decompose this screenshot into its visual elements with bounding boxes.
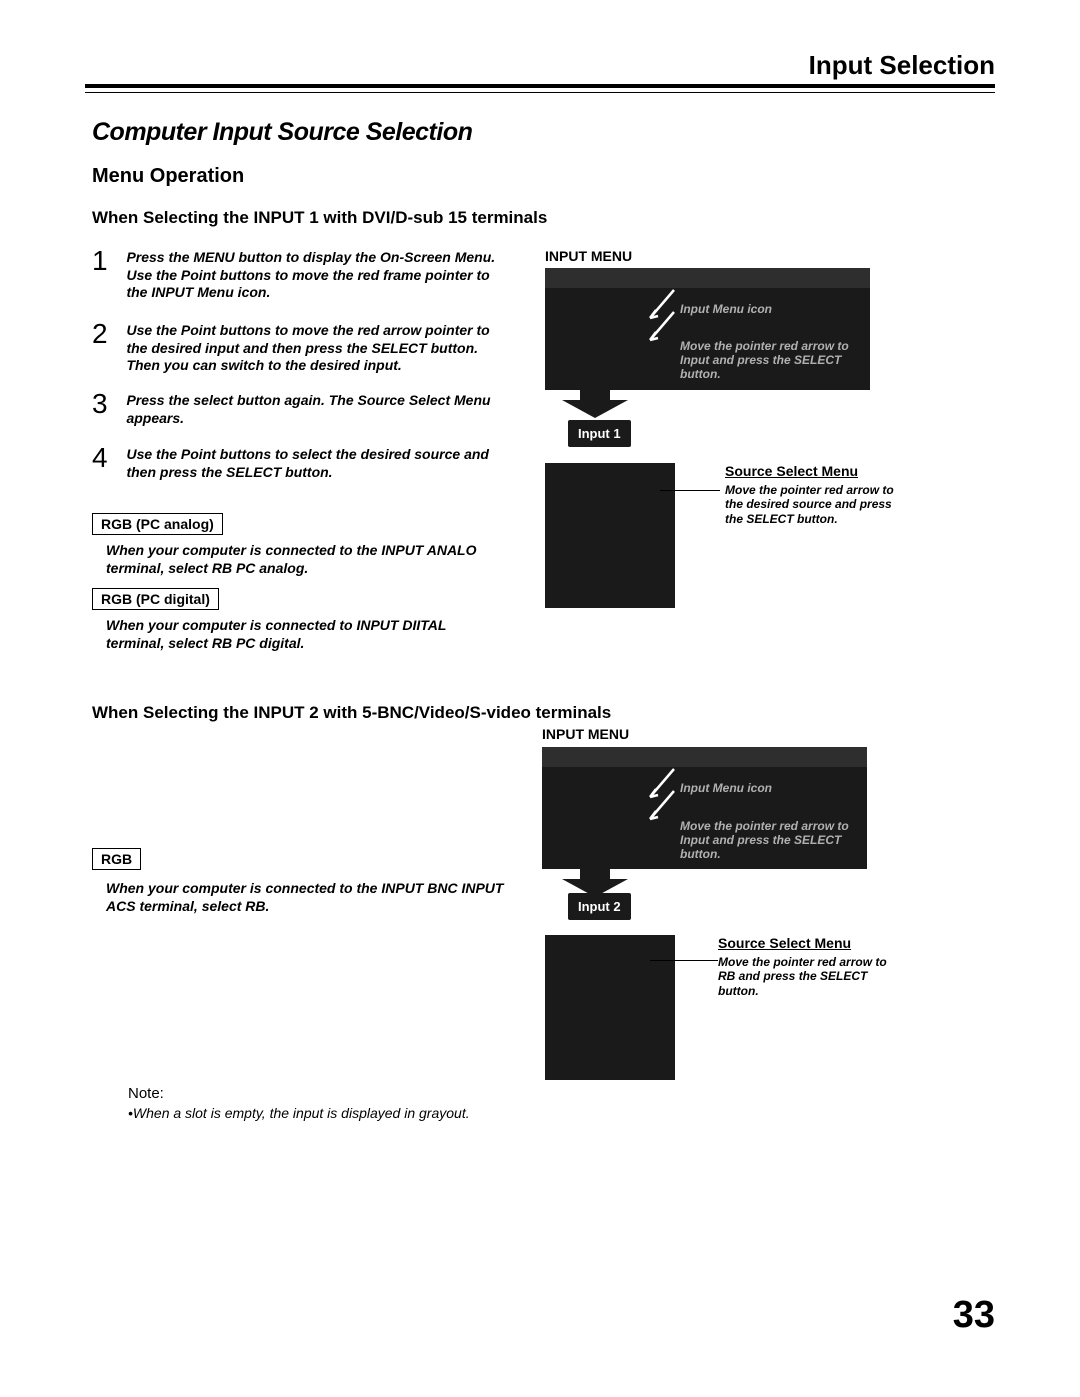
diagram2-arrow-icon-2 bbox=[648, 789, 676, 821]
note-text: •When a slot is empty, the input is disp… bbox=[128, 1105, 470, 1121]
step-3-number: 3 bbox=[92, 388, 116, 420]
step-1: 1 Press the MENU button to display the O… bbox=[92, 245, 512, 302]
step-3-text: Press the select button again. The Sourc… bbox=[120, 388, 505, 427]
diagram1-callout-line bbox=[660, 490, 720, 491]
diagram1-input-menu-label: INPUT MENU bbox=[545, 248, 632, 264]
diagram2-callout-line bbox=[650, 960, 718, 961]
step-2-text: Use the Point buttons to move the red ar… bbox=[120, 318, 505, 375]
diagram2-callout-icon: Input Menu icon bbox=[680, 782, 772, 796]
step-3: 3 Press the select button again. The Sou… bbox=[92, 388, 512, 427]
rgb-pc-digital-label: RGB (PC digital) bbox=[92, 588, 219, 610]
header-rule-thin bbox=[85, 92, 995, 93]
step-4-text: Use the Point buttons to select the desi… bbox=[120, 442, 505, 481]
diagram2-input-menu-label: INPUT MENU bbox=[542, 726, 629, 742]
subheading-input2: When Selecting the INPUT 2 with 5-BNC/Vi… bbox=[92, 703, 611, 723]
step-4: 4 Use the Point buttons to select the de… bbox=[92, 442, 512, 481]
step-1-number: 1 bbox=[92, 245, 116, 277]
rgb-pc-analog-desc: When your computer is connected to the I… bbox=[106, 542, 506, 577]
rgb-pc-analog-label: RGB (PC analog) bbox=[92, 513, 223, 535]
menu-operation-heading: Menu Operation bbox=[92, 165, 244, 188]
page-number: 33 bbox=[953, 1294, 995, 1337]
header-rule-thick bbox=[85, 84, 995, 88]
diagram1-source-menu-box bbox=[545, 463, 675, 608]
step-2-number: 2 bbox=[92, 318, 116, 350]
diagram2-source-menu-desc: Move the pointer red arrow to RB and pre… bbox=[718, 955, 888, 998]
step-1-text: Press the MENU button to display the On-… bbox=[120, 245, 505, 302]
subheading-input1: When Selecting the INPUT 1 with DVI/D-su… bbox=[92, 208, 547, 228]
section-title: Computer Input Source Selection bbox=[92, 118, 472, 147]
diagram2-source-menu-label: Source Select Menu bbox=[718, 935, 851, 951]
diagram1-arrow-icon-2 bbox=[648, 310, 676, 342]
step-4-number: 4 bbox=[92, 442, 116, 474]
note-label: Note: bbox=[128, 1085, 164, 1102]
diagram1-callout-icon: Input Menu icon bbox=[680, 303, 772, 317]
diagram1-menu-bar bbox=[545, 268, 870, 288]
diagram1-callout-pointer: Move the pointer red arrow to Input and … bbox=[680, 340, 880, 381]
step-2: 2 Use the Point buttons to move the red … bbox=[92, 318, 512, 375]
diagram1-down-arrow-icon bbox=[560, 390, 630, 420]
diagram2-callout-pointer: Move the pointer red arrow to Input and … bbox=[680, 820, 880, 861]
page-header-title: Input Selection bbox=[809, 50, 995, 81]
diagram1-source-menu-label: Source Select Menu bbox=[725, 463, 858, 479]
rgb2-desc: When your computer is connected to the I… bbox=[106, 880, 506, 915]
diagram1-input-badge: Input 1 bbox=[568, 420, 631, 447]
rgb-pc-digital-desc: When your computer is connected to INPUT… bbox=[106, 617, 506, 652]
diagram2-source-menu-box bbox=[545, 935, 675, 1080]
diagram1-source-menu-desc: Move the pointer red arrow to the desire… bbox=[725, 483, 895, 526]
rgb2-label: RGB bbox=[92, 848, 141, 870]
diagram2-input-badge: Input 2 bbox=[568, 893, 631, 920]
diagram2-menu-bar bbox=[542, 747, 867, 767]
